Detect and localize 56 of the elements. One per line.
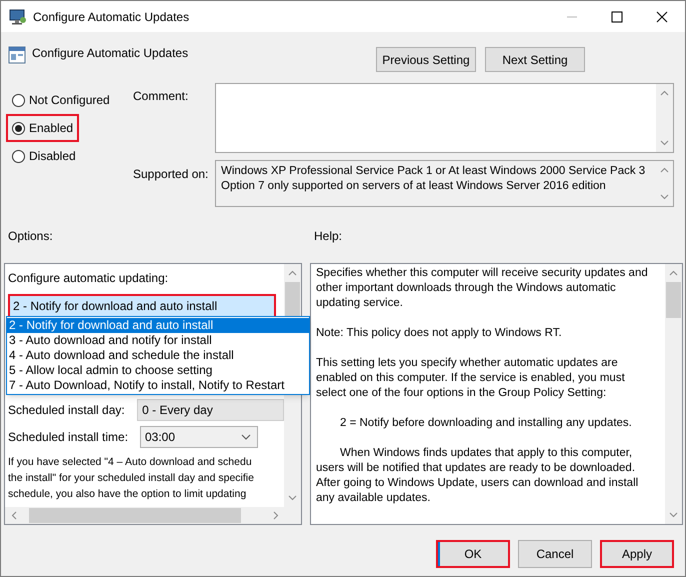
close-icon[interactable] — [656, 10, 668, 22]
supported-on-text: Windows XP Professional Service Pack 1 or At least Windows 2000 Service Pack 3 — [221, 164, 646, 179]
options-note-text: If you have selected "4 – Auto download and schedu — [8, 455, 252, 470]
setting-nav-button[interactable]: Previous Setting — [376, 47, 476, 72]
scroll-left-icon[interactable] — [11, 511, 17, 520]
options-note-text: schedule, you also have the option to limit updating — [8, 487, 246, 502]
comment-field[interactable] — [215, 83, 674, 153]
help-paragraph: Note: This policy does not apply to Windows RT. — [316, 326, 562, 341]
help-label: Help: — [314, 228, 342, 245]
dialog-button[interactable]: Apply — [600, 540, 674, 568]
scroll-right-icon[interactable] — [273, 511, 279, 520]
scroll-down-icon[interactable] — [669, 512, 678, 518]
dialog-button[interactable]: Cancel — [518, 540, 592, 568]
field-label: Scheduled install day: — [8, 402, 126, 418]
state-radio[interactable]: Not Configured — [6, 86, 116, 114]
scroll-up-icon[interactable] — [669, 270, 678, 276]
dropdown-option[interactable]: 2 - Notify for download and auto install — [7, 318, 309, 333]
state-radio[interactable]: Disabled — [6, 142, 82, 170]
options-label: Options: — [8, 228, 54, 245]
update-mode-dropdown[interactable]: 2 - Notify for download and auto install — [8, 294, 276, 318]
supported-on-label: Supported on: — [133, 166, 210, 183]
help-paragraph: Specifies whether this computer will receive security updates and other important downloads through the Windows automatic updating service. — [316, 266, 648, 311]
options-heading: Configure automatic updating: — [8, 270, 168, 287]
dropdown-option[interactable]: 7 - Auto Download, Notify to install, Notify to Restart — [7, 378, 309, 393]
computer-icon — [9, 8, 27, 24]
scroll-up-icon[interactable] — [660, 167, 669, 173]
policy-icon — [8, 46, 26, 64]
vertical-scrollbar[interactable] — [665, 264, 682, 524]
supported-on-text: Option 7 only supported on servers of at least Windows Server 2016 edition — [221, 179, 606, 194]
policy-title: Configure Automatic Updates — [32, 45, 188, 62]
scroll-thumb[interactable] — [285, 282, 300, 318]
dialog-button[interactable]: OK — [436, 540, 510, 568]
window-title: Configure Automatic Updates — [33, 8, 190, 26]
field-label: Scheduled install time: — [8, 428, 130, 446]
comment-label: Comment: — [133, 88, 190, 105]
options-note-text: the install" for your scheduled install day and specifie — [8, 471, 254, 486]
help-paragraph: 2 = Notify before downloading and installing any updates. — [339, 416, 632, 431]
dropdown-option[interactable]: 5 - Allow local admin to choose setting — [7, 363, 309, 378]
help-paragraph: When Windows finds updates that apply to this computer, users will be notified that updates are ready to be downloaded. After going to Windows Update, users can download and install any available updates. — [316, 446, 638, 506]
scroll-thumb[interactable] — [666, 282, 681, 318]
chevron-down-icon — [241, 434, 251, 440]
vertical-scrollbar[interactable] — [656, 84, 673, 152]
scroll-down-icon[interactable] — [288, 495, 297, 501]
schedule-field[interactable]: 03:00 — [140, 426, 258, 448]
scroll-up-icon[interactable] — [288, 270, 297, 276]
scroll-down-icon[interactable] — [660, 194, 669, 200]
dropdown-option[interactable]: 4 - Auto download and schedule the install — [7, 348, 309, 363]
maximize-icon[interactable] — [611, 10, 623, 22]
horizontal-scrollbar[interactable] — [5, 507, 301, 524]
setting-nav-button[interactable]: Next Setting — [485, 47, 585, 72]
dropdown-option[interactable]: 3 - Auto download and notify for install — [7, 333, 309, 348]
scroll-thumb[interactable] — [29, 508, 241, 523]
scroll-up-icon[interactable] — [660, 90, 669, 96]
scroll-down-icon[interactable] — [660, 140, 669, 146]
help-paragraph: This setting lets you specify whether automatic updates are enabled on this computer. If the service is enabled, you must select one of the four options in the Group Policy Setting: — [316, 356, 625, 401]
state-radio[interactable]: Enabled — [6, 114, 80, 142]
